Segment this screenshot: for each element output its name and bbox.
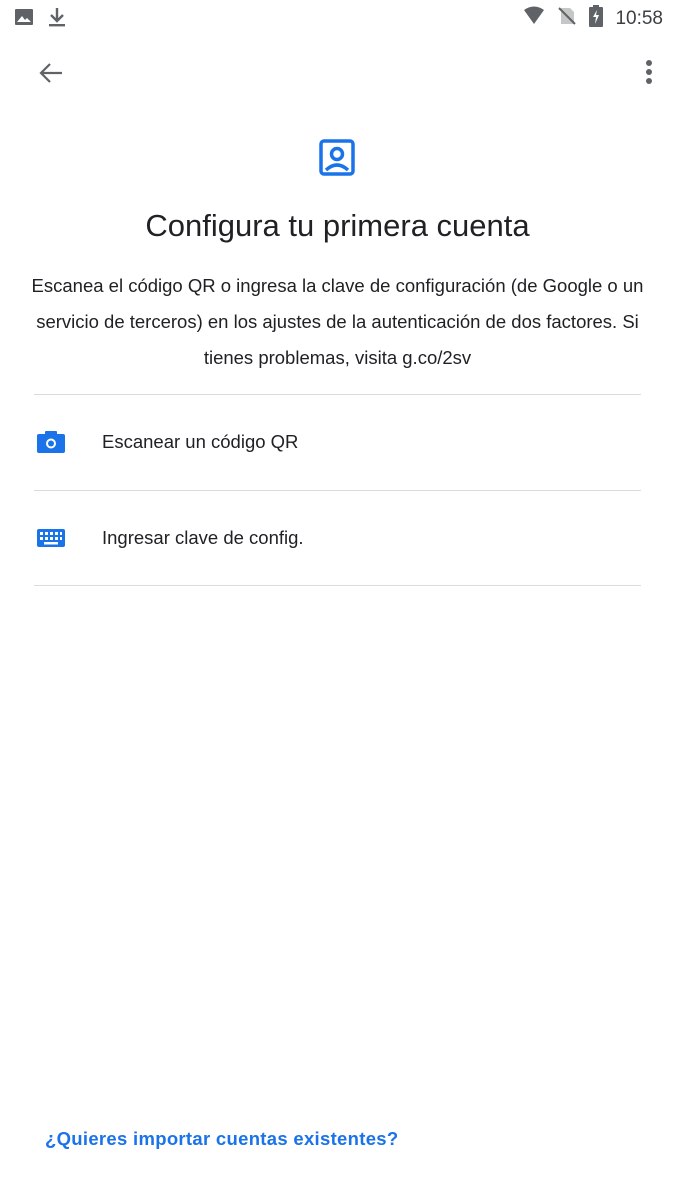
page-title: Configura tu primera cuenta [145, 208, 530, 243]
status-left-icons [14, 6, 66, 33]
status-time: 10:58 [615, 7, 663, 29]
page-description: Escanea el código QR o ingresa la clave … [31, 275, 644, 368]
import-accounts-link[interactable]: ¿Quieres importar cuentas existentes? [45, 1128, 398, 1150]
wifi-icon [523, 6, 545, 31]
divider [34, 585, 641, 586]
enter-setup-key-option[interactable]: Ingresar clave de config. [34, 491, 641, 585]
status-bar: 10:58 [0, 0, 675, 36]
scan-qr-label: Escanear un código QR [102, 431, 299, 452]
camera-icon [36, 430, 66, 454]
image-icon [14, 7, 34, 32]
account-box-icon [319, 139, 355, 177]
toolbar [0, 48, 675, 98]
setup-first-account-screen: 10:58 Configura tu primera cuenta Escane… [0, 0, 675, 1200]
keyboard-icon [36, 526, 66, 550]
more-options-button[interactable] [641, 56, 657, 90]
no-sim-icon [557, 6, 577, 31]
back-button[interactable] [28, 58, 72, 88]
enter-setup-key-label: Ingresar clave de config. [102, 527, 304, 548]
status-right-icons: 10:58 [523, 5, 663, 32]
scan-qr-option[interactable]: Escanear un código QR [34, 395, 641, 489]
download-icon [48, 6, 66, 33]
battery-charging-icon [589, 5, 604, 32]
